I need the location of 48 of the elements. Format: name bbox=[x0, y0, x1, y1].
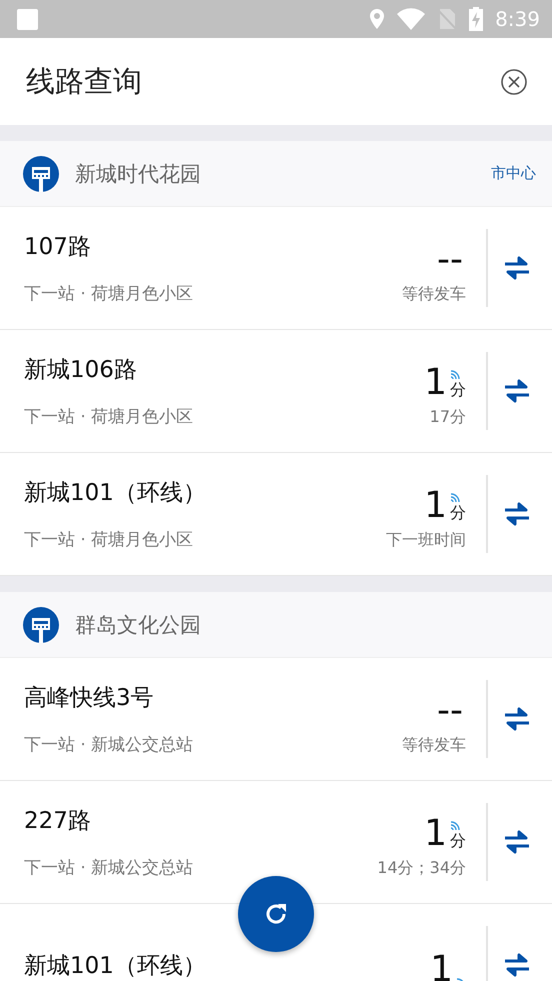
next-stop: 下一站 · 荷塘月色小区 bbox=[24, 529, 194, 551]
location-icon bbox=[369, 8, 386, 30]
next-stop: 下一站 · 荷塘月色小区 bbox=[24, 283, 194, 305]
wifi-icon bbox=[397, 8, 426, 30]
arrival-note: 17分 bbox=[430, 406, 466, 428]
no-sim-icon bbox=[437, 8, 458, 30]
page-title: 线路查询 bbox=[26, 62, 142, 100]
route-name: 新城101（环线） bbox=[24, 479, 207, 508]
swap-icon[interactable] bbox=[504, 255, 530, 281]
arrival-time: 1 bbox=[424, 488, 447, 524]
route-name: 107路 bbox=[24, 233, 92, 262]
next-stop: 下一站 · 荷塘月色小区 bbox=[24, 406, 194, 428]
next-stop: 下一站 · 新城公交总站 bbox=[24, 734, 194, 756]
next-stop: 下一站 · 新城公交总站 bbox=[24, 857, 194, 879]
swap-icon[interactable] bbox=[504, 829, 530, 855]
route-name: 新城106路 bbox=[24, 356, 138, 385]
swap-icon[interactable] bbox=[504, 378, 530, 404]
swap-icon[interactable] bbox=[504, 501, 530, 527]
refresh-button[interactable] bbox=[238, 876, 314, 952]
battery-icon bbox=[469, 7, 484, 31]
close-icon[interactable] bbox=[500, 68, 528, 96]
notification-icon bbox=[17, 8, 38, 30]
route-name: 高峰快线3号 bbox=[24, 684, 155, 713]
bus-stop-icon bbox=[23, 606, 59, 642]
arrival-note: 等待发车 bbox=[402, 284, 466, 304]
arrival-time: -- bbox=[437, 692, 463, 728]
status-time: 8:39 bbox=[495, 7, 540, 31]
arrival-unit: 分 bbox=[450, 380, 466, 400]
stop-name: 群岛文化公园 bbox=[75, 612, 202, 638]
arrival-unit: 分 bbox=[450, 502, 466, 524]
arrival-time: -- bbox=[437, 242, 463, 278]
swap-icon[interactable] bbox=[504, 952, 530, 978]
direction-link[interactable]: 市中心 bbox=[491, 164, 536, 183]
stop-name: 新城时代花园 bbox=[75, 160, 202, 188]
arrival-note: 等待发车 bbox=[402, 734, 466, 756]
swap-icon[interactable] bbox=[504, 706, 530, 732]
route-row[interactable]: 新城106路 下一站 · 荷塘月色小区 1 分 17分 bbox=[0, 330, 552, 453]
arrival-unit: 分 bbox=[450, 830, 466, 852]
arrival-time: 1 bbox=[424, 816, 447, 852]
arrival-time: 1 bbox=[424, 364, 447, 400]
arrival-time: 1 bbox=[430, 952, 453, 981]
arrival-note: 下一班时间 bbox=[386, 530, 466, 550]
arrival-note: 14分；34分 bbox=[377, 858, 466, 878]
route-name: 新城101（环线） bbox=[24, 952, 207, 980]
bus-stop-icon bbox=[23, 156, 59, 192]
route-row[interactable]: 高峰快线3号 下一站 · 新城公交总站 -- 等待发车 bbox=[0, 658, 552, 781]
route-name: 227路 bbox=[24, 807, 92, 836]
route-row[interactable]: 107路 下一站 · 荷塘月色小区 -- 等待发车 bbox=[0, 207, 552, 330]
